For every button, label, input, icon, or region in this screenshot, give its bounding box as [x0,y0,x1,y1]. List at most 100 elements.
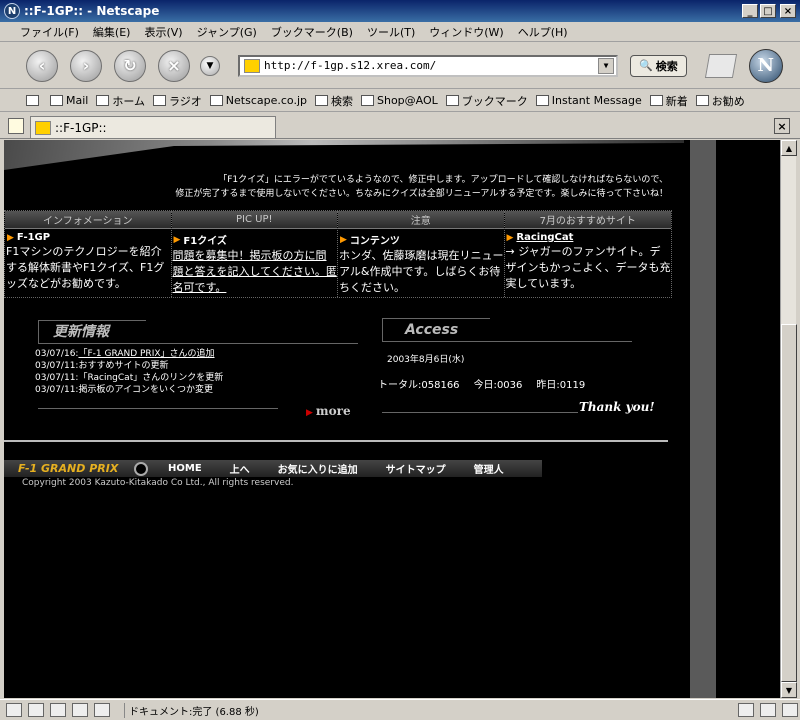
close-tab-button[interactable]: × [774,118,790,134]
recommended-site-link[interactable]: ▶ RacingCat [505,229,672,244]
access-divider [382,412,578,413]
toolbar-item-netscape[interactable]: Netscape.co.jp [209,94,307,107]
menu-tools[interactable]: ツール(T) [367,24,415,40]
toolbar-item-radio[interactable]: ラジオ [153,93,202,109]
composer-icon[interactable] [72,703,88,717]
maximize-button[interactable]: □ [760,4,776,18]
search-button[interactable]: 🔍 検索 [630,54,687,77]
footer-nav: F-1 GRAND PRIX HOME 上へ お気に入りに追加 サイトマップ 管… [4,460,542,477]
arrow-bullet-icon: ▶ [306,408,313,418]
tab-f1gp[interactable]: ::F-1GP:: [30,116,276,138]
column-subtitle: ▶ コンテンツ [340,234,400,248]
tab-title: ::F-1GP:: [55,120,107,135]
netscape-logo[interactable]: N [748,48,783,83]
copyright-text: Copyright 2003 Kazuto-Kitakado Co Ltd., … [22,478,294,488]
arrow-bullet-icon: ▶ [506,232,514,243]
access-header: Access [382,318,632,342]
toolbar-item-home[interactable]: ホーム [96,93,145,109]
toolbar-item-shop[interactable]: Shop@AOL [361,94,438,107]
stop-button[interactable]: × [158,49,190,82]
footer-link-home[interactable]: HOME [168,463,202,474]
url-dropdown-button[interactable]: ▼ [598,57,614,74]
toolbar-item-bookmarks[interactable]: ブックマーク [445,93,528,109]
new-tab-icon[interactable] [8,118,24,134]
toolbar-item-instant-message[interactable]: Instant Message [535,94,642,107]
footer-link-top[interactable]: 上へ [230,461,250,476]
footer-link-favorite[interactable]: お気に入りに追加 [278,461,358,476]
url-input[interactable]: http://f-1gp.s12.xrea.com/ ▼ [238,54,618,77]
scroll-thumb[interactable] [781,324,797,682]
news-item: 03/07/16:「F-1 GRAND PRIX」さんの追加 [35,349,215,359]
total-count: トータル:058166 [378,380,460,391]
menu-go[interactable]: ジャンプ(G) [197,24,257,40]
menu-file[interactable]: ファイル(F) [20,24,79,40]
notice-text: 「F1クイズ」にエラーがでているようなので、修正中します。アップロードして確認し… [175,175,668,199]
netscape-status-icon[interactable] [6,703,22,717]
toolbar-item-tabs[interactable] [26,95,42,106]
reload-button[interactable]: ↻ [114,49,146,82]
window-title: ::F-1GP:: - Netscape [24,4,160,18]
connection-icon [738,703,754,717]
forward-button[interactable]: › [70,49,102,82]
radio-icon [153,95,167,106]
close-button[interactable]: × [780,4,796,18]
menu-help[interactable]: ヘルプ(H) [518,24,568,40]
chevron-down-icon: ▼ [206,60,214,71]
bookmark-folder-icon [445,95,459,106]
news-header: 更新情報 [38,320,358,344]
more-link[interactable]: ▶ more [306,404,351,418]
access-date: 2003年8月6日(水) [387,355,465,365]
news-divider [38,408,278,409]
shop-icon [361,95,374,106]
banner-image [4,140,684,170]
security-lock-icon[interactable] [760,703,776,717]
column-body: ホンダ、佐藤琢磨は現在リニューアル&作成中です。しばらくお待ちください。 [339,249,504,294]
my-netscape-icon [209,95,223,106]
page-content: 「F1クイズ」にエラーがでているようなので、修正中します。アップロードして確認し… [4,140,780,698]
arrow-bullet-icon: ▶ [173,234,181,245]
toolbar-item-new[interactable]: 新着 [649,93,688,109]
news-title: 更新情報 [38,320,146,343]
vertical-scrollbar[interactable]: ▲ ▼ [780,140,797,698]
column-header: 7月のおすすめサイト [504,211,671,229]
toolbar-item-recommend[interactable]: お勧め [695,93,745,109]
bookmark-icon [649,95,663,106]
forward-arrow-icon: › [82,56,90,75]
address-book-icon[interactable] [94,703,110,717]
scroll-up-button[interactable]: ▲ [781,140,797,156]
footer-link-sitemap[interactable]: サイトマップ [386,461,446,476]
footer-link-admin[interactable]: 管理人 [474,461,504,476]
bookmark-icon [535,95,549,106]
column-subtitle: ▶ F1クイズ [173,234,227,248]
site-favicon-icon [244,58,260,73]
url-text[interactable]: http://f-1gp.s12.xrea.com/ [264,59,598,72]
history-dropdown-button[interactable]: ▼ [200,55,220,76]
menu-edit[interactable]: 編集(E) [93,24,131,40]
menu-view[interactable]: 表示(V) [144,24,182,40]
scroll-track[interactable] [781,156,797,682]
print-icon[interactable] [704,53,737,78]
scroll-down-button[interactable]: ▼ [781,682,797,698]
toolbar-item-search[interactable]: 検索 [315,93,353,109]
news-item: 03/07/11:おすすめサイトの更新 [35,361,169,371]
column-body-link[interactable]: 問題を募集中！掲示板の方に問題と答えを記入してください。匿名可です。 [172,248,338,296]
search-button-label: 検索 [655,59,678,73]
toolbar-item-mail[interactable]: Mail [50,94,88,107]
news-list: 03/07/16:「F-1 GRAND PRIX」さんの追加 03/07/11:… [35,348,223,396]
mail-icon[interactable] [28,703,44,717]
thank-you-text: Thank you! [579,400,655,414]
aim-icon[interactable] [50,703,66,717]
column-header: 注意 [338,211,504,229]
tab-bar: ::F-1GP:: [0,113,800,139]
info-column-caution: 注意 ▶ コンテンツ ホンダ、佐藤琢磨は現在リニューアル&作成中です。しばらくお待… [338,211,505,297]
title-bar: N ::F-1GP:: - Netscape _ □ × [0,0,800,22]
menu-window[interactable]: ウィンドウ(W) [429,24,503,40]
column-body[interactable]: F1マシンのテクノロジーを紹介する解体新書やF1クイズ、F1グッズなどがお勧めで… [5,244,171,292]
mail-icon [50,95,63,106]
menu-bookmarks[interactable]: ブックマーク(B) [271,24,353,40]
access-counter: トータル:058166 今日:0036 昨日:0119 [378,376,585,391]
cookie-icon[interactable] [782,703,798,717]
minimize-button[interactable]: _ [742,4,758,18]
back-button[interactable]: ‹ [26,49,58,82]
info-column-information: インフォメーション ▶ F-1GP F1マシンのテクノロジーを紹介する解体新書やF… [5,211,172,297]
